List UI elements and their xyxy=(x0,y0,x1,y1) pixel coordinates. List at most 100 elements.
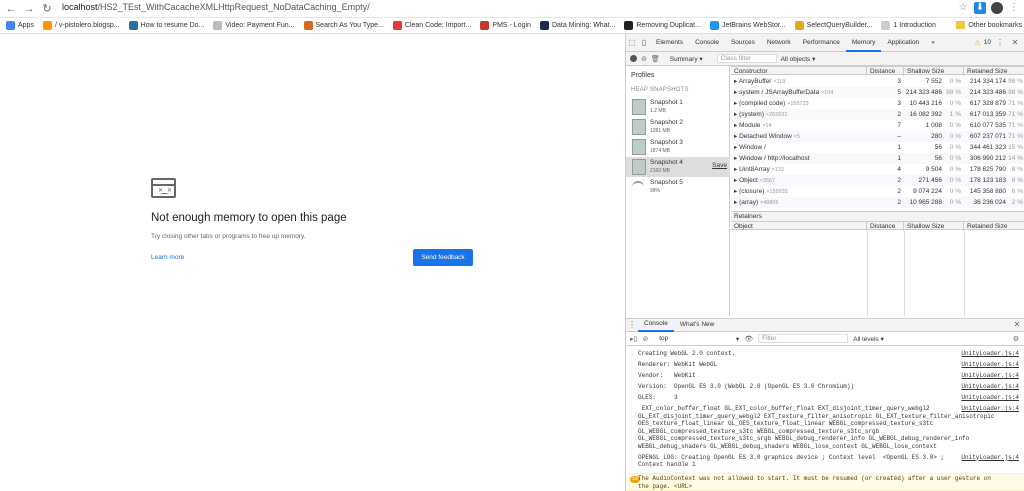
table-row[interactable]: ▸ (compiled code) ×155723 3 10 443 216 0 % 6… xyxy=(731,98,1024,109)
table-row[interactable]: ▸ Window / http://localhost 1 56 0 % 306 99… xyxy=(731,153,1024,164)
console-settings-icon[interactable]: ⚙ xyxy=(1013,335,1024,343)
table-row[interactable]: ▸ (array) ×49805 2 10 965 288 0 % 36 236 024… xyxy=(731,197,1024,208)
clear-console-icon[interactable]: ⊘ xyxy=(642,335,648,343)
save-snapshot-link[interactable]: Save xyxy=(712,162,727,169)
drawer-close-icon[interactable]: ✕ xyxy=(1013,318,1024,332)
expand-arrow-icon[interactable]: ▸ xyxy=(734,177,737,184)
expand-arrow-icon[interactable]: ▸ xyxy=(734,89,737,96)
table-row[interactable]: ▸ (system) ×262631 2 16 082 392 1 % 617 013 … xyxy=(731,109,1024,120)
star-icon[interactable]: ☆ xyxy=(957,2,969,14)
expand-arrow-icon[interactable]: ▸ xyxy=(734,111,737,118)
console-source-link[interactable]: UnityLoader.js:4 xyxy=(961,405,1019,412)
table-row[interactable]: ▸ system / JSArrayBufferData ×104 5 214 32… xyxy=(731,87,1024,98)
learn-more-link[interactable]: Learn more xyxy=(151,254,184,261)
expand-arrow-icon[interactable]: ▸ xyxy=(734,188,737,195)
url-field[interactable]: localhost/HS2_TEst_WithCacacheXMLHttpReq… xyxy=(62,2,370,12)
col-retained[interactable]: Retained Size xyxy=(964,67,1024,76)
back-icon[interactable]: ← xyxy=(4,2,18,16)
bookmark-label: Search As You Type... xyxy=(315,22,384,29)
table-row[interactable]: ▸ Window / 1 56 0 % 344 461 323 15 % xyxy=(731,142,1024,153)
menu-icon[interactable]: ⋮ xyxy=(1008,2,1020,14)
bookmark-item[interactable]: Search As You Type... xyxy=(303,21,384,30)
console-filter-input[interactable]: Filter xyxy=(758,334,849,343)
tab-console[interactable]: Console xyxy=(638,318,674,332)
table-row[interactable]: ▸ ArrayBuffer ×119 3 7 552 0 % 214 334 174 98… xyxy=(731,76,1024,87)
context-select[interactable]: top ▾ xyxy=(659,335,739,343)
device-toggle-icon[interactable]: ▯ xyxy=(638,34,650,52)
col-distance[interactable]: Distance xyxy=(867,67,904,76)
expand-arrow-icon[interactable]: ▸ xyxy=(734,199,737,206)
send-feedback-button[interactable]: Send feedback xyxy=(413,249,473,266)
expand-arrow-icon[interactable]: ▸ xyxy=(734,166,737,173)
snapshot-item[interactable]: Snapshot 5 99% xyxy=(626,177,730,197)
bookmark-item[interactable]: Clean Code: Import... xyxy=(392,21,471,30)
snapshot-item[interactable]: Snapshot 1 1.2 MB xyxy=(626,97,730,117)
tab-console[interactable]: Console xyxy=(689,34,725,52)
table-row[interactable]: ▸ (closure) ×159935 2 9 074 224 0 % 145 358 … xyxy=(731,186,1024,197)
bookmark-item[interactable]: How to resume Do... xyxy=(128,21,204,30)
console-source-link[interactable]: UnityLoader.js:4 xyxy=(961,454,1019,461)
close-icon[interactable]: ✕ xyxy=(1009,34,1021,52)
record-icon[interactable] xyxy=(630,55,637,62)
expand-arrow-icon[interactable]: ▸ xyxy=(734,144,737,151)
tab-performance[interactable]: Performance xyxy=(797,34,846,52)
bookmark-item[interactable]: PMS - Login xyxy=(480,21,531,30)
expand-arrow-icon[interactable]: ▸ xyxy=(734,122,737,129)
console-source-link[interactable]: UnityLoader.js:4 xyxy=(961,372,1019,379)
bookmark-item[interactable]: Removing Duplicat... xyxy=(624,21,701,30)
more-options-icon[interactable]: ⋮ xyxy=(994,34,1006,52)
inspect-icon[interactable]: ⬚ xyxy=(626,34,638,52)
table-row[interactable]: ▸ Uint8Array ×132 4 9 504 0 % 178 625 790 8 % xyxy=(731,164,1024,175)
table-row[interactable]: ▸ Module ×14 7 1 008 0 % 610 077 535 71 % xyxy=(731,120,1024,131)
apps-bookmark[interactable]: Apps xyxy=(6,21,34,30)
bookmark-label: Video: Payment Fun... xyxy=(225,22,295,29)
expand-arrow-icon[interactable]: ▸ xyxy=(734,133,737,140)
clear-icon[interactable]: ⊘ xyxy=(641,55,647,63)
bookmark-item[interactable]: 1 Introduction xyxy=(881,21,936,30)
objects-select[interactable]: All objects ▾ xyxy=(781,55,816,63)
levels-select[interactable]: All levels ▾ xyxy=(853,335,884,343)
view-select[interactable]: Summary ▾ xyxy=(670,55,703,63)
expand-arrow-icon[interactable]: ▸ xyxy=(734,100,737,107)
collect-garbage-icon[interactable]: 🗑 xyxy=(651,55,660,63)
tab-elements[interactable]: Elements xyxy=(650,34,689,52)
ret-col-object[interactable]: Object xyxy=(731,222,867,231)
col-shallow[interactable]: Shallow Size xyxy=(904,67,964,76)
more-tabs-button[interactable]: » xyxy=(925,34,941,52)
table-row[interactable]: ▸ Detached Window ×5 – 280 0 % 607 237 071 71… xyxy=(731,131,1024,142)
console-source-link[interactable]: UnityLoader.js:4 xyxy=(961,383,1019,390)
tab-whats-new[interactable]: What's New xyxy=(674,318,720,332)
snapshot-item[interactable]: Snapshot 4 2160 MB Save xyxy=(626,157,730,177)
bookmark-item[interactable]: Data Mining: What... xyxy=(539,21,615,30)
forward-icon[interactable]: → xyxy=(22,2,36,16)
snapshot-item[interactable]: Snapshot 3 1874 MB xyxy=(626,137,730,157)
sidebar-toggle-icon[interactable]: ▸▯ xyxy=(630,335,637,343)
snapshot-item[interactable]: Snapshot 2 1281 MB xyxy=(626,117,730,137)
instance-count: ×49805 xyxy=(760,200,779,206)
tab-sources[interactable]: Sources xyxy=(725,34,761,52)
tab-network[interactable]: Network xyxy=(761,34,797,52)
warning-count[interactable]: 10 xyxy=(984,39,991,46)
reload-icon[interactable]: ↻ xyxy=(40,2,54,16)
col-constructor[interactable]: Constructor xyxy=(731,67,867,76)
other-bookmarks[interactable]: Other bookmarks xyxy=(956,21,1022,29)
console-source-link[interactable]: UnityLoader.js:4 xyxy=(961,394,1019,401)
expand-arrow-icon[interactable]: ▸ xyxy=(734,78,737,85)
bookmark-item[interactable]: Video: Payment Fun... xyxy=(213,21,295,30)
class-filter-input[interactable]: Class filter xyxy=(716,54,777,63)
expand-arrow-icon[interactable]: ▸ xyxy=(734,155,737,162)
live-expression-icon[interactable]: 👁 xyxy=(744,335,753,343)
bookmark-item[interactable]: SelectQueryBuilder... xyxy=(794,21,872,30)
bookmark-item[interactable]: / v-pistolero.blogsp... xyxy=(42,21,120,30)
console-source-link[interactable]: UnityLoader.js:4 xyxy=(961,361,1019,368)
ret-col-shallow[interactable]: Shallow Size xyxy=(904,222,964,231)
tab-application[interactable]: Application xyxy=(881,34,925,52)
ret-col-retained[interactable]: Retained Size xyxy=(964,222,1024,231)
table-row[interactable]: ▸ Object ×3567 2 271 456 0 % 178 123 183 8 % xyxy=(731,175,1024,186)
ret-col-distance[interactable]: Distance xyxy=(867,222,904,231)
avatar[interactable] xyxy=(991,2,1003,14)
tab-memory[interactable]: Memory xyxy=(845,34,882,52)
bookmark-item[interactable]: JetBrains WebStor... xyxy=(709,21,786,30)
console-source-link[interactable]: UnityLoader.js:4 xyxy=(961,350,1019,357)
extension-icon[interactable]: ⬇ xyxy=(974,2,986,14)
